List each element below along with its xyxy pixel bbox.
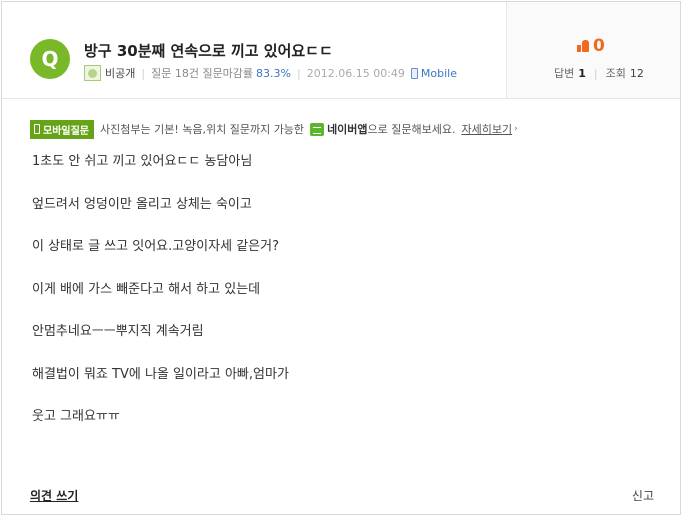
question-stats-panel: 0 답변 1 | 조회 12 (506, 2, 680, 98)
question-title: 방구 30분째 연속으로 끼고 있어요ㄷㄷ (84, 42, 333, 60)
thumbs-up-icon (577, 40, 589, 52)
meta-divider: | (141, 66, 146, 80)
question-meta: 비공개 | 질문 18건 질문마감률 83.3% | 2012.06.15 00… (84, 65, 457, 81)
close-rate: 83.3% (256, 66, 291, 80)
question-panel: Q 방구 30분째 연속으로 끼고 있어요ㄷㄷ 비공개 | 질문 18건 질문마… (1, 1, 681, 515)
notice-text-after: 으로 질문해보세요. (367, 123, 456, 136)
like-count: 0 (593, 36, 605, 56)
naver-app-icon (310, 122, 325, 136)
notice-text: 사진첨부는 기본! 녹음,위치 질문까지 가능한 (100, 123, 305, 136)
mobile-question-badge: 모바일질문 (30, 119, 94, 139)
author-name[interactable]: 비공개 (105, 65, 135, 81)
mobile-question-badge-label: 모바일질문 (43, 125, 89, 137)
answer-view-stats: 답변 1 | 조회 12 (554, 65, 644, 81)
views-count: 12 (629, 66, 644, 80)
naver-app-name: 네이버앱 (327, 123, 368, 136)
question-badge-icon: Q (30, 39, 70, 79)
author-stats-label: 질문 18건 질문마감률 (151, 67, 254, 80)
question-header: Q 방구 30분째 연속으로 끼고 있어요ㄷㄷ 비공개 | 질문 18건 질문마… (2, 2, 680, 99)
more-details-link[interactable]: 자세히보기 (462, 121, 513, 137)
body-line: 안멈추네요ㅡㅡ뿌지직 계속거림 (32, 324, 204, 339)
body-line: 이 상태로 글 쓰고 잇어요.고양이자세 같은거? (32, 239, 279, 254)
naver-app-link[interactable]: 네이버앱 (310, 121, 368, 137)
body-line: 엎드려서 엉덩이만 올리고 상체는 숙이고 (32, 196, 252, 212)
answers-label: 답변 (554, 67, 575, 80)
answers-count: 1 (578, 66, 586, 80)
question-header-main: Q 방구 30분째 연속으로 끼고 있어요ㄷㄷ 비공개 | 질문 18건 질문마… (2, 2, 506, 98)
mobile-source: Mobile (420, 66, 457, 80)
mobile-phone-icon (34, 124, 40, 134)
body-line: 웃고 그래요ㅠㅠ (32, 409, 120, 424)
write-opinion-link[interactable]: 의견 쓰기 (30, 487, 78, 504)
avatar (84, 65, 101, 81)
chevron-right-icon: › (514, 124, 518, 134)
mobile-phone-icon (410, 67, 418, 79)
body-line: 해결법이 뭐죠 TV에 나올 일이라고 아빠,엄마가 (32, 366, 289, 382)
mobile-question-notice: 모바일질문 사진첨부는 기본! 녹음,위치 질문까지 가능한 네이버앱 으로 질… (30, 119, 518, 139)
avatar-person-icon (88, 68, 97, 78)
stats-divider: | (593, 66, 598, 80)
question-footer: 의견 쓰기 신고 (2, 482, 680, 512)
question-date: 2012.06.15 00:49 (306, 66, 405, 80)
body-line: 1초도 안 쉬고 끼고 있어요ㄷㄷ 농담아님 (32, 154, 253, 169)
body-line: 이게 배에 가스 빼준다고 해서 하고 있는데 (32, 281, 261, 297)
views-label: 조회 (605, 67, 626, 80)
like-button[interactable]: 0 (577, 36, 605, 56)
report-link[interactable]: 신고 (632, 487, 654, 504)
question-body: 1초도 안 쉬고 끼고 있어요ㄷㄷ 농담아님 엎드려서 엉덩이만 올리고 상체는… (32, 154, 652, 452)
meta-divider: | (297, 66, 301, 80)
